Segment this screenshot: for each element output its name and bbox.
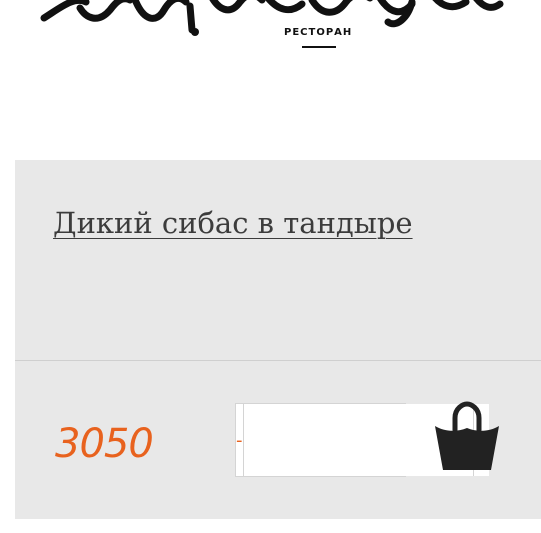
logo-underline xyxy=(302,46,336,48)
shopping-bag-icon xyxy=(435,401,499,470)
logo-script xyxy=(40,0,504,36)
product-price: 3050 xyxy=(55,421,154,467)
add-to-cart-button[interactable] xyxy=(433,400,501,474)
logo-caption: РЕСТОРАН xyxy=(284,27,353,38)
restaurant-logo[interactable]: РЕСТОРАН xyxy=(40,0,510,50)
page: РЕСТОРАН Дикий сибас в тандыре 3050 - + xyxy=(0,0,541,533)
card-divider xyxy=(15,360,541,361)
product-title-link[interactable]: Дикий сибас в тандыре xyxy=(53,206,413,240)
product-card: Дикий сибас в тандыре 3050 - + xyxy=(15,160,541,519)
quantity-stepper: - + xyxy=(235,403,489,477)
